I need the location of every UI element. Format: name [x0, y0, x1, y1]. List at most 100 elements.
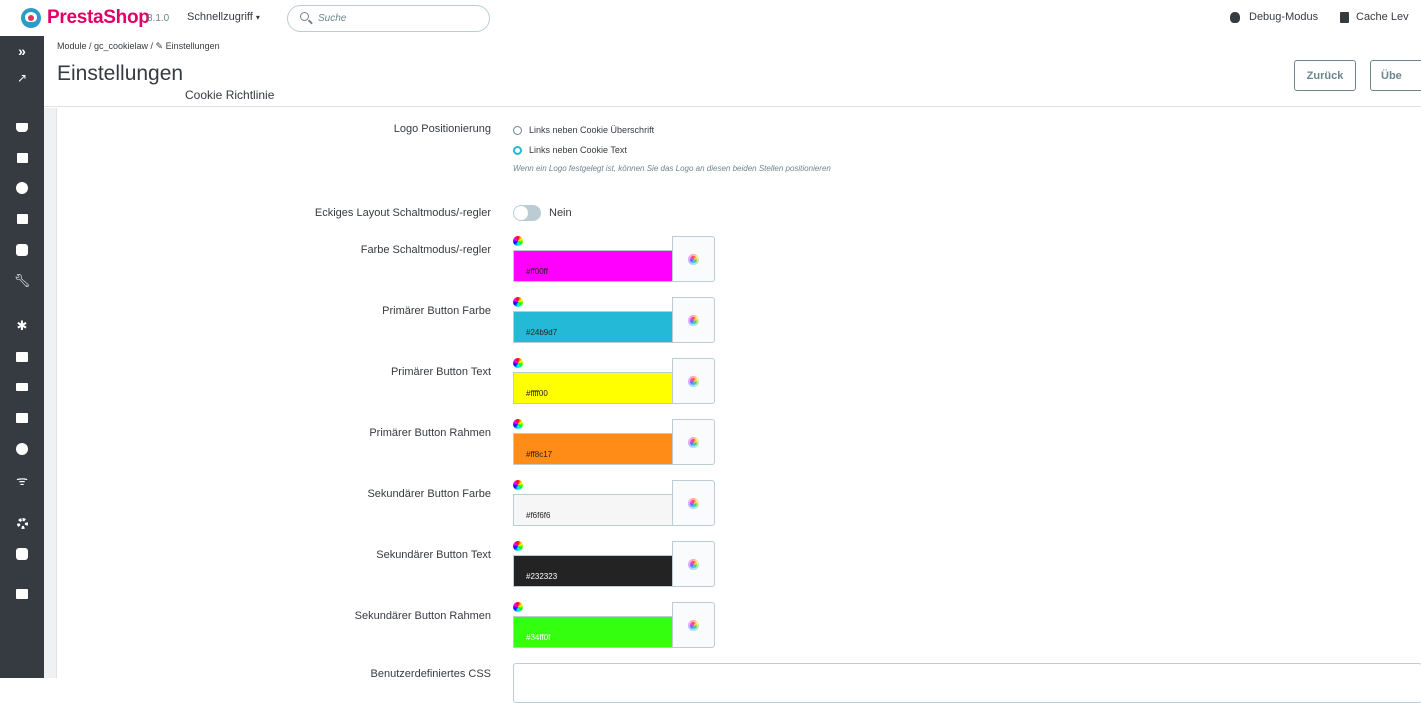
- orders-icon[interactable]: [0, 115, 44, 139]
- color-input[interactable]: #232323: [513, 555, 673, 587]
- color-input[interactable]: #ffff00: [513, 372, 673, 404]
- messages-icon[interactable]: [0, 207, 44, 231]
- color-label: Primärer Button Text: [390, 366, 491, 378]
- custom-css-textarea[interactable]: [513, 663, 1421, 703]
- color-input[interactable]: #24b9d7: [513, 311, 673, 343]
- modules-icon[interactable]: ✱: [0, 314, 44, 338]
- brand-name: PrestaShop: [47, 7, 150, 28]
- search-icon: [300, 12, 309, 21]
- stats-icon[interactable]: ↗: [0, 66, 44, 90]
- settings-icon[interactable]: [0, 511, 44, 535]
- color-picker-field: #ff00ff: [513, 236, 715, 284]
- toggle-knob: [514, 206, 528, 220]
- chat-icon[interactable]: [0, 582, 44, 606]
- top-bar: PrestaShop 8.1.0 Schnellzugriff ▾ Suche D…: [0, 0, 1421, 36]
- clear-cache-link[interactable]: Cache Lev: [1340, 11, 1409, 23]
- color-picker-button[interactable]: [672, 541, 715, 587]
- logo-position-help: Wenn ein Logo festgelegt ist, können Sie…: [513, 164, 831, 173]
- color-picker-field: #34ff0f: [513, 602, 715, 650]
- color-palette-icon: [688, 619, 699, 631]
- color-input[interactable]: #f6f6f6: [513, 494, 673, 526]
- payment-icon[interactable]: [0, 406, 44, 430]
- color-picker-button[interactable]: [672, 419, 715, 465]
- color-label: Sekundärer Button Rahmen: [354, 610, 491, 622]
- radio-label: Links neben Cookie Text: [529, 145, 627, 155]
- debug-mode-link[interactable]: Debug-Modus: [1230, 11, 1318, 23]
- logo-position-option-text[interactable]: Links neben Cookie Text: [513, 145, 627, 155]
- color-wheel-icon: [513, 480, 523, 490]
- logo-position-option-heading[interactable]: Links neben Cookie Überschrift: [513, 125, 654, 135]
- overview-button[interactable]: Übe: [1370, 60, 1421, 91]
- color-picker-button[interactable]: [672, 236, 715, 282]
- color-wheel-icon: [513, 602, 523, 612]
- logo-position-label: Logo Positionierung: [393, 123, 491, 135]
- shipping-icon[interactable]: [0, 375, 44, 399]
- color-picker-button[interactable]: [672, 297, 715, 343]
- radio-label: Links neben Cookie Überschrift: [529, 125, 655, 135]
- statistics-icon[interactable]: [0, 238, 44, 262]
- page-subtitle: Cookie Richtlinie: [185, 88, 275, 102]
- sidebar-nav: » ↗ 🔧︎ ✱ ᯤ: [0, 36, 44, 678]
- settings-form: Logo Positionierung Eckiges Layout Schal…: [56, 108, 1421, 703]
- square-layout-value: Nein: [549, 207, 572, 219]
- color-input[interactable]: #ff8c17: [513, 433, 673, 465]
- search-input[interactable]: Suche: [287, 5, 490, 32]
- catalog-icon[interactable]: [0, 146, 44, 170]
- page-header: Module / gc_cookielaw / ✎ Einstellungen …: [44, 36, 1421, 107]
- international-icon[interactable]: [0, 437, 44, 461]
- color-label: Sekundärer Button Text: [376, 549, 491, 561]
- color-palette-icon: [688, 436, 699, 448]
- trash-icon: [1340, 11, 1349, 23]
- radio-button[interactable]: [513, 125, 522, 135]
- custom-css-label: Benutzerdefiniertes CSS: [370, 668, 491, 680]
- caret-down-icon: ▾: [255, 13, 260, 22]
- square-layout-toggle[interactable]: [513, 205, 541, 221]
- color-picker-field: #232323: [513, 541, 715, 589]
- form-labels: Logo Positionierung Eckiges Layout Schal…: [57, 108, 491, 680]
- tools-icon[interactable]: 🔧︎: [0, 269, 44, 293]
- color-input[interactable]: #34ff0f: [513, 616, 673, 648]
- color-wheel-icon: [513, 297, 523, 307]
- wifi-icon[interactable]: ᯤ: [0, 468, 44, 492]
- search-placeholder: Suche: [318, 13, 347, 24]
- quick-access-dropdown[interactable]: Schnellzugriff ▾: [187, 11, 260, 23]
- color-wheel-icon: [513, 236, 523, 246]
- customers-icon[interactable]: [0, 176, 44, 200]
- puffin-logo-icon: [21, 8, 41, 28]
- color-picker-button[interactable]: [672, 358, 715, 404]
- bug-icon: [1230, 11, 1240, 23]
- main-area: Module / gc_cookielaw / ✎ Einstellungen …: [44, 36, 1421, 703]
- radio-button-selected[interactable]: [513, 145, 522, 155]
- square-layout-label: Eckiges Layout Schaltmodus/-regler: [314, 207, 491, 219]
- quick-access-label: Schnellzugriff: [187, 11, 253, 23]
- color-label: Farbe Schaltmodus/-regler: [360, 244, 491, 256]
- color-palette-icon: [688, 253, 699, 265]
- content-area: Logo Positionierung Eckiges Layout Schal…: [44, 108, 1421, 703]
- color-picker-field: #24b9d7: [513, 297, 715, 345]
- expand-icon[interactable]: »: [0, 39, 44, 63]
- color-picker-field: #f6f6f6: [513, 480, 715, 528]
- design-icon[interactable]: [0, 345, 44, 369]
- advanced-icon[interactable]: [0, 542, 44, 566]
- color-input[interactable]: #ff00ff: [513, 250, 673, 282]
- breadcrumb: Module / gc_cookielaw / ✎ Einstellungen: [57, 41, 220, 51]
- version-label: 8.1.0: [147, 13, 170, 24]
- clear-cache-label: Cache Lev: [1356, 11, 1409, 23]
- color-palette-icon: [688, 497, 699, 509]
- color-wheel-icon: [513, 419, 523, 429]
- color-picker-button[interactable]: [672, 602, 715, 648]
- color-picker-button[interactable]: [672, 480, 715, 526]
- back-button[interactable]: Zurück: [1294, 60, 1356, 91]
- color-label: Sekundärer Button Farbe: [367, 488, 491, 500]
- color-palette-icon: [688, 375, 699, 387]
- color-label: Primärer Button Farbe: [382, 305, 491, 317]
- color-picker-field: #ffff00: [513, 358, 715, 406]
- color-label: Primärer Button Rahmen: [369, 427, 491, 439]
- color-wheel-icon: [513, 358, 523, 368]
- page-title: Einstellungen: [57, 62, 184, 85]
- color-palette-icon: [688, 558, 699, 570]
- prestashop-logo[interactable]: PrestaShop: [21, 7, 150, 29]
- color-palette-icon: [688, 314, 699, 326]
- color-wheel-icon: [513, 541, 523, 551]
- debug-mode-label: Debug-Modus: [1249, 11, 1319, 23]
